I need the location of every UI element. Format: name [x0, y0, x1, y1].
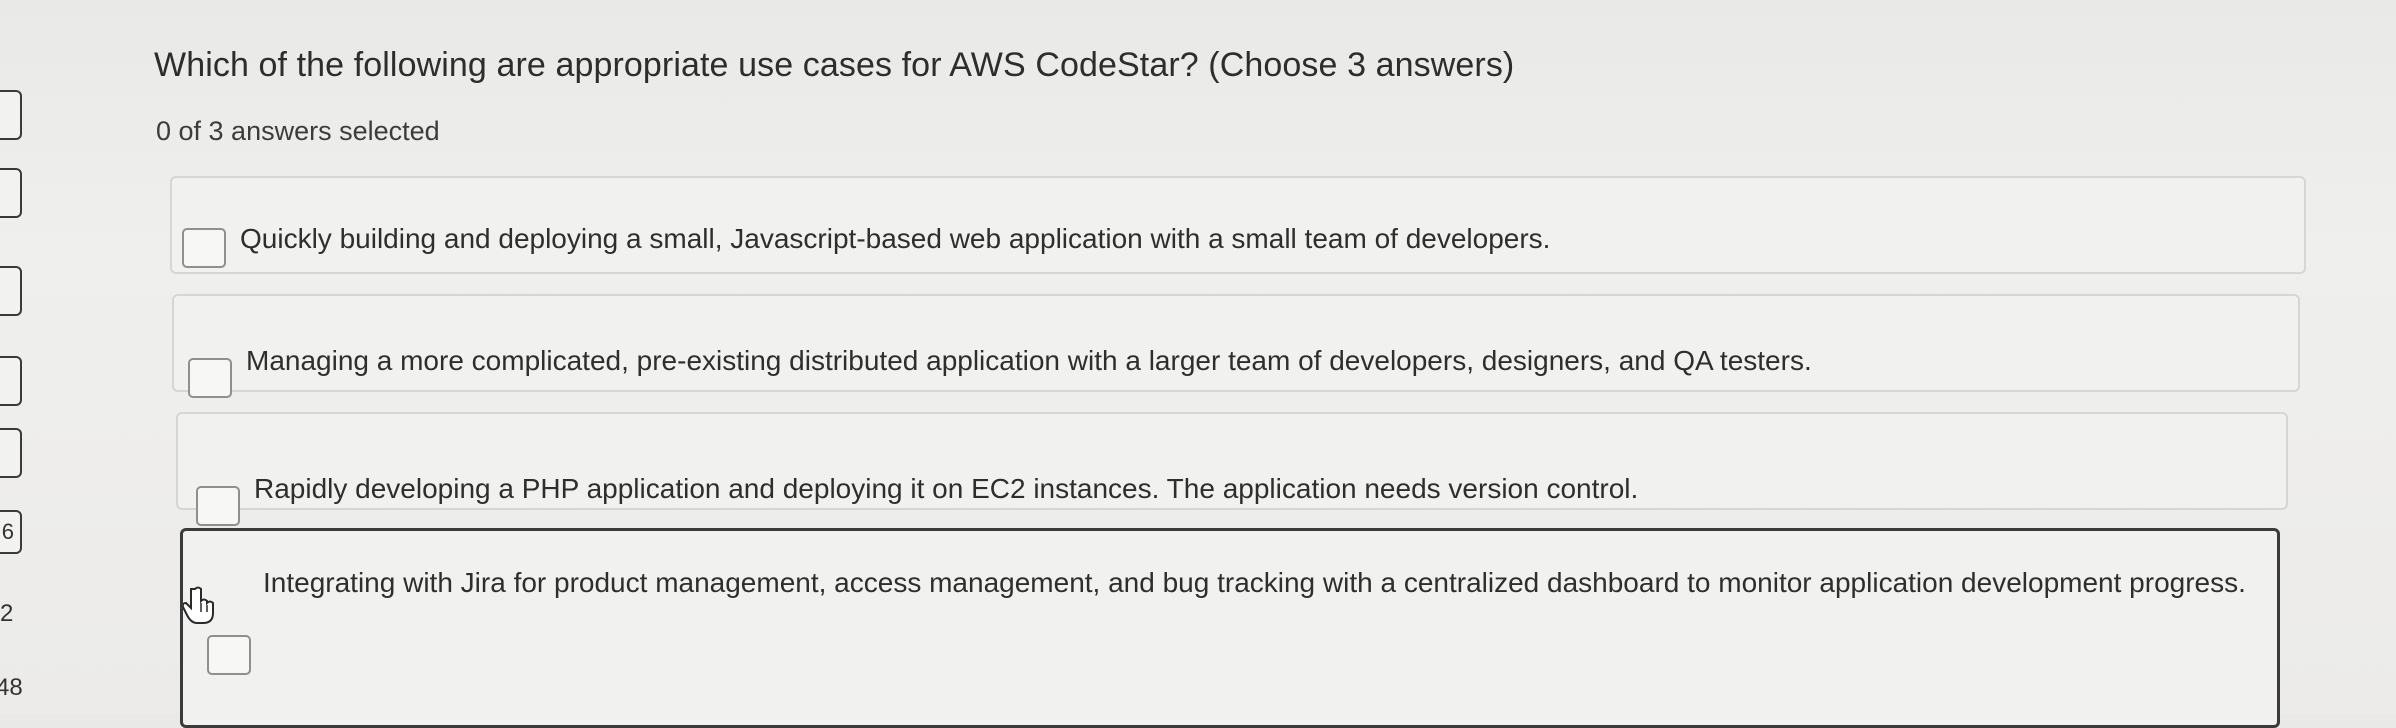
answer-option-label: Integrating with Jira for product manage…	[263, 567, 2246, 598]
answer-option-1[interactable]: Quickly building and deploying a small, …	[170, 176, 2306, 274]
answer-option-label: Rapidly developing a PHP application and…	[254, 473, 1639, 504]
question-nav-button[interactable]	[0, 90, 22, 140]
question-nav-number[interactable]: 48	[0, 674, 23, 702]
question-nav-number[interactable]: 2	[0, 600, 13, 628]
answer-checkbox[interactable]	[196, 486, 240, 526]
answer-option-2[interactable]: Managing a more complicated, pre-existin…	[172, 294, 2300, 398]
question-nav-button[interactable]	[0, 168, 22, 218]
answer-option-label: Quickly building and deploying a small, …	[240, 223, 1551, 254]
answer-option-3[interactable]: Rapidly developing a PHP application and…	[176, 412, 2288, 526]
answer-checkbox[interactable]	[182, 228, 226, 268]
question-card: Which of the following are appropriate u…	[118, 0, 2358, 728]
answer-checkbox[interactable]	[207, 635, 251, 675]
selected-count-status: 0 of 3 answers selected	[156, 116, 440, 146]
question-text: Which of the following are appropriate u…	[154, 46, 1515, 84]
question-nav-label: 6	[1, 519, 14, 544]
question-nav-button[interactable]	[0, 266, 22, 316]
question-nav-strip: 6 2 48	[0, 0, 60, 714]
answer-option-4[interactable]: Integrating with Jira for product manage…	[180, 528, 2280, 728]
hand-pointer-icon	[181, 585, 219, 625]
answer-option-label: Managing a more complicated, pre-existin…	[246, 345, 1812, 376]
question-nav-button[interactable]	[0, 356, 22, 406]
answer-checkbox[interactable]	[188, 358, 232, 398]
question-nav-button-current[interactable]: 6	[0, 510, 22, 554]
question-nav-button[interactable]	[0, 428, 22, 478]
